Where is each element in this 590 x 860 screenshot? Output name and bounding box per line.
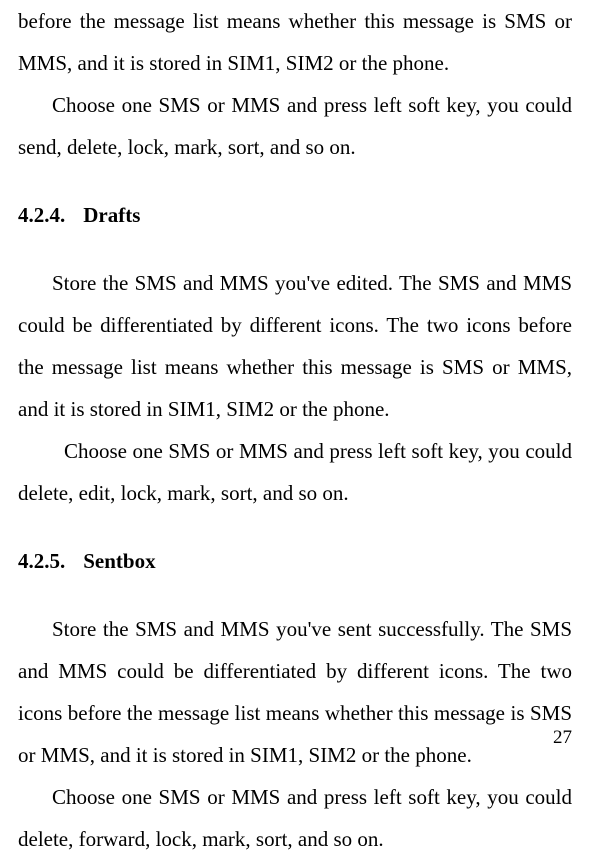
heading-sentbox: 4.2.5. Sentbox bbox=[18, 540, 572, 582]
paragraph: Store the SMS and MMS you've sent succes… bbox=[18, 608, 572, 776]
paragraph-continuation: before the message list means whether th… bbox=[18, 0, 572, 84]
heading-drafts: 4.2.4. Drafts bbox=[18, 194, 572, 236]
paragraph: Choose one SMS or MMS and press left sof… bbox=[18, 84, 572, 168]
paragraph: Store the SMS and MMS you've edited. The… bbox=[18, 262, 572, 430]
paragraph: Choose one SMS or MMS and press left sof… bbox=[18, 776, 572, 860]
heading-title: Drafts bbox=[83, 203, 140, 227]
paragraph: Choose one SMS or MMS and press left sof… bbox=[18, 430, 572, 514]
page-number: 27 bbox=[553, 719, 572, 757]
heading-number: 4.2.5. bbox=[18, 549, 65, 573]
heading-title: Sentbox bbox=[83, 549, 155, 573]
heading-number: 4.2.4. bbox=[18, 203, 65, 227]
